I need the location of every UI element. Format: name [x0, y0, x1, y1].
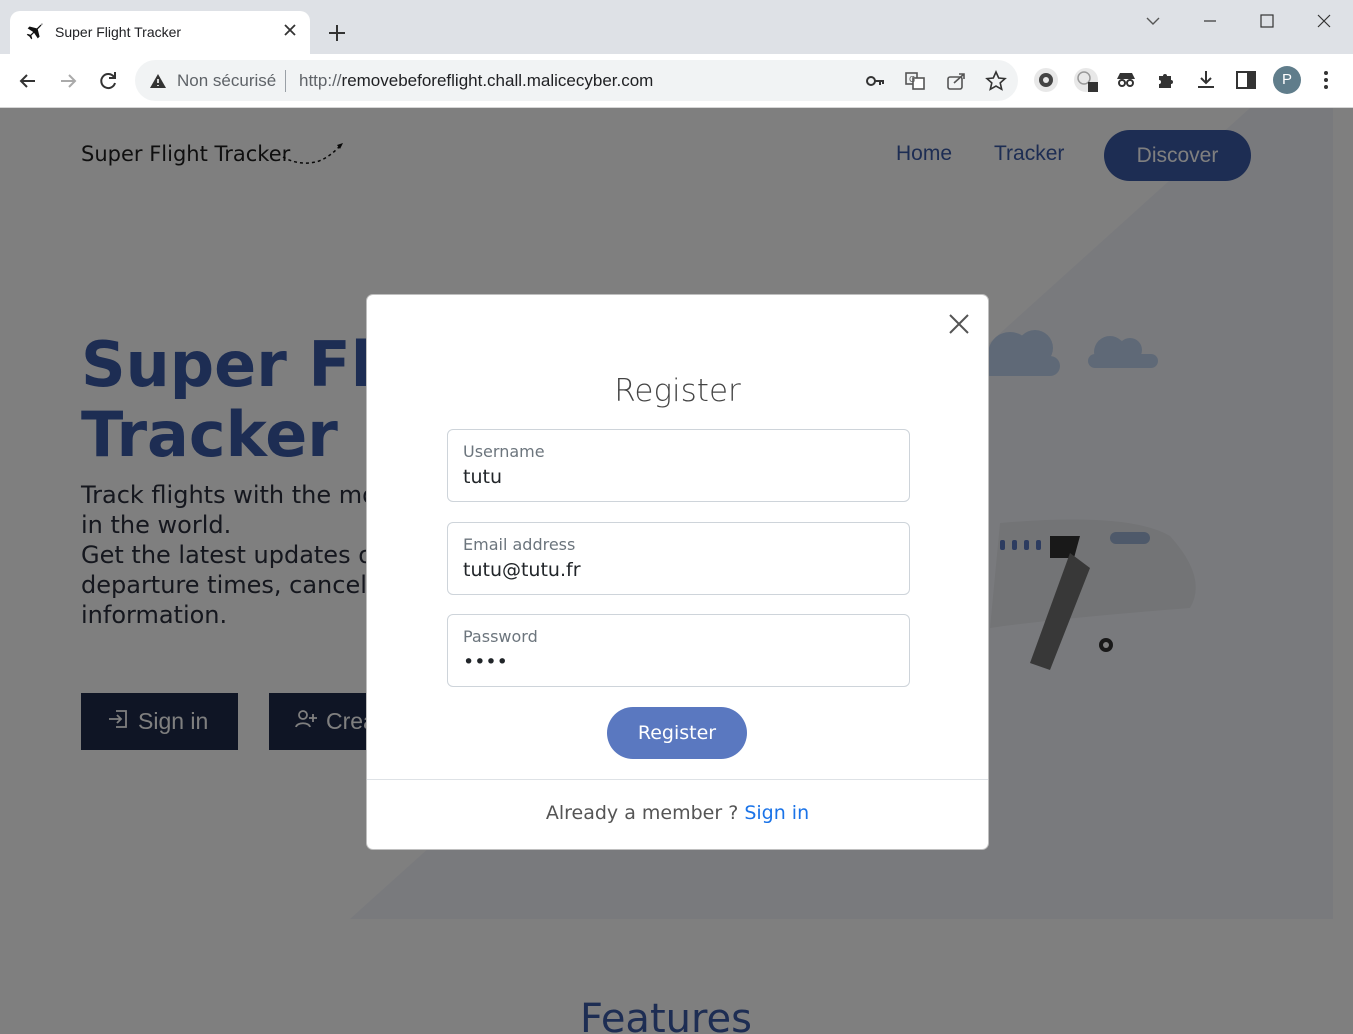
- omnibox-separator: [285, 70, 286, 92]
- warning-icon[interactable]: [149, 72, 167, 90]
- address-bar[interactable]: Non sécurisé http://removebeforeflight.c…: [135, 60, 1018, 101]
- share-icon[interactable]: [945, 70, 967, 92]
- browser-tab-strip: Super Flight Tracker: [0, 0, 1353, 54]
- translate-icon[interactable]: G: [904, 70, 926, 92]
- side-panel-icon[interactable]: [1233, 67, 1259, 93]
- tab-title: Super Flight Tracker: [55, 24, 182, 40]
- security-status[interactable]: Non sécurisé: [177, 71, 276, 91]
- username-field[interactable]: Username: [447, 429, 910, 502]
- tab-search-icon[interactable]: [1142, 10, 1164, 32]
- email-field[interactable]: Email address: [447, 522, 910, 595]
- maximize-icon[interactable]: [1256, 10, 1278, 32]
- browser-toolbar: Non sécurisé http://removebeforeflight.c…: [0, 54, 1353, 108]
- close-icon[interactable]: [947, 312, 971, 336]
- url-text[interactable]: http://removebeforeflight.chall.malicecy…: [299, 71, 653, 91]
- password-field[interactable]: Password: [447, 614, 910, 687]
- password-label: Password: [463, 627, 538, 646]
- back-icon[interactable]: [15, 68, 41, 94]
- new-tab-icon[interactable]: [325, 21, 349, 45]
- airplane-icon: [26, 22, 44, 40]
- extension-spy-icon[interactable]: [1113, 67, 1139, 93]
- extension-globe-icon[interactable]: [1073, 67, 1099, 93]
- minimize-icon[interactable]: [1199, 10, 1221, 32]
- register-modal: Register Username Email address Password…: [366, 294, 989, 850]
- password-input[interactable]: [463, 651, 893, 673]
- modal-title: Register: [614, 373, 741, 409]
- footer-text: Already a member ?: [545, 802, 739, 824]
- email-input[interactable]: [463, 559, 893, 581]
- username-input[interactable]: [463, 466, 893, 488]
- modal-footer: Already a member ? Sign in: [367, 802, 988, 824]
- reload-icon[interactable]: [95, 68, 121, 94]
- download-icon[interactable]: [1193, 67, 1219, 93]
- extension-gear-icon[interactable]: [1033, 67, 1059, 93]
- modal-divider: [367, 779, 988, 780]
- browser-tab[interactable]: Super Flight Tracker: [10, 11, 310, 54]
- sign-in-link[interactable]: Sign in: [744, 802, 809, 824]
- more-menu-icon[interactable]: [1313, 67, 1339, 93]
- key-icon[interactable]: [864, 70, 886, 92]
- forward-icon[interactable]: [55, 68, 81, 94]
- extensions-puzzle-icon[interactable]: [1153, 67, 1179, 93]
- close-tab-icon[interactable]: [280, 20, 300, 40]
- profile-avatar[interactable]: P: [1273, 66, 1301, 94]
- window-close-icon[interactable]: [1313, 10, 1335, 32]
- email-label: Email address: [463, 535, 576, 554]
- username-label: Username: [463, 442, 545, 461]
- bookmark-star-icon[interactable]: [985, 70, 1007, 92]
- svg-text:G: G: [909, 75, 915, 84]
- register-button[interactable]: Register: [607, 707, 747, 759]
